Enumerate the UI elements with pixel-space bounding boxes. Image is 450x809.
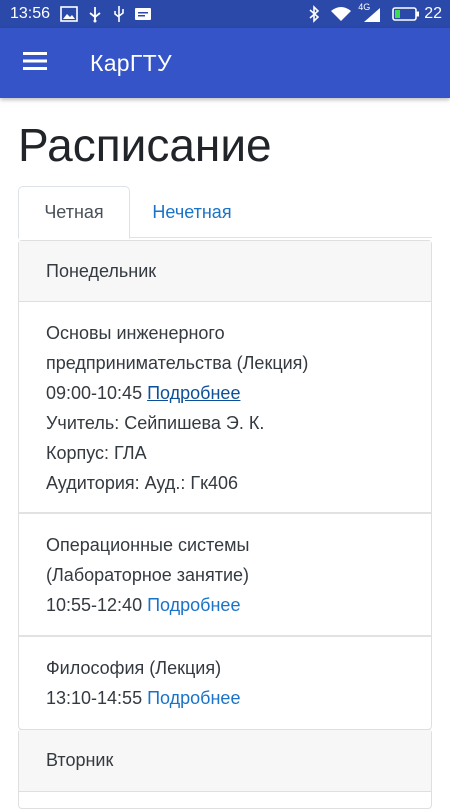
lesson-room: Аудитория: Ауд.: Гк406 <box>46 473 238 493</box>
lesson-time-row: 10:55-12:40 Подробнее <box>46 590 421 620</box>
lesson-title: Операционные системы (Лабораторное занят… <box>46 530 421 590</box>
main-content: Расписание Четная Нечетная Понедельник О… <box>0 98 450 809</box>
lesson-time: 13:10-14:55 <box>46 688 143 708</box>
lesson-time-row: 09:00-10:45 Подробнее <box>46 378 421 408</box>
usb-icon <box>86 5 104 23</box>
details-link[interactable]: Подробнее <box>147 383 240 403</box>
day-header: Вторник <box>19 730 431 792</box>
lesson-item: Философия (Лекция) 13:10-14:55 Подробнее <box>19 637 431 727</box>
signal-icon: 4G <box>358 2 382 23</box>
lesson-building: Корпус: ГЛА <box>46 443 147 463</box>
day-card-monday: Понедельник Основы инженерного предприни… <box>18 240 432 730</box>
battery-level: 22 <box>424 5 442 22</box>
lesson-title: Основы инженерного предпринимательства (… <box>46 318 421 378</box>
lesson-item: Операционные системы (Лабораторное занят… <box>19 514 431 637</box>
usb-debug-icon <box>112 5 126 23</box>
lesson-title-line: Операционные системы <box>46 535 250 555</box>
system-icons: 4G 22 <box>308 2 442 23</box>
app-bar: КарГТУ <box>0 28 450 98</box>
bluetooth-icon <box>308 5 320 23</box>
tab-even-week[interactable]: Четная <box>18 186 130 239</box>
lesson-title-line: (Лабораторное занятие) <box>46 565 250 585</box>
lesson-title-line: предпринимательства (Лекция) <box>46 353 309 373</box>
lesson-teacher: Учитель: Сейпишева Э. К. <box>46 413 265 433</box>
week-tabs: Четная Нечетная <box>18 186 432 239</box>
notification-icons <box>60 5 152 23</box>
hamburger-menu-icon <box>23 51 47 75</box>
lesson-time: 09:00-10:45 <box>46 383 143 403</box>
network-type-label: 4G <box>358 2 371 12</box>
day-header: Понедельник <box>19 241 431 302</box>
battery-icon <box>392 6 420 22</box>
tab-odd-week[interactable]: Нечетная <box>130 186 254 238</box>
menu-button[interactable] <box>0 28 70 98</box>
lesson-title: Философия (Лекция) <box>46 658 222 678</box>
lesson-time-row: 13:10-14:55 Подробнее <box>46 683 421 713</box>
lesson-title-line: Основы инженерного <box>46 323 225 343</box>
status-bar: 13:56 4G 22 <box>0 0 450 28</box>
message-icon <box>134 7 152 21</box>
details-link[interactable]: Подробнее <box>147 595 240 615</box>
wifi-icon <box>330 6 352 22</box>
lesson-time: 10:55-12:40 <box>46 595 143 615</box>
page-title: Расписание <box>18 119 272 171</box>
status-time: 13:56 <box>10 5 51 22</box>
app-title: КарГТУ <box>90 49 172 76</box>
details-link[interactable]: Подробнее <box>147 688 240 708</box>
day-card-tuesday: Вторник <box>18 729 432 809</box>
image-icon <box>60 6 78 22</box>
lesson-item: Основы инженерного предпринимательства (… <box>19 302 431 514</box>
